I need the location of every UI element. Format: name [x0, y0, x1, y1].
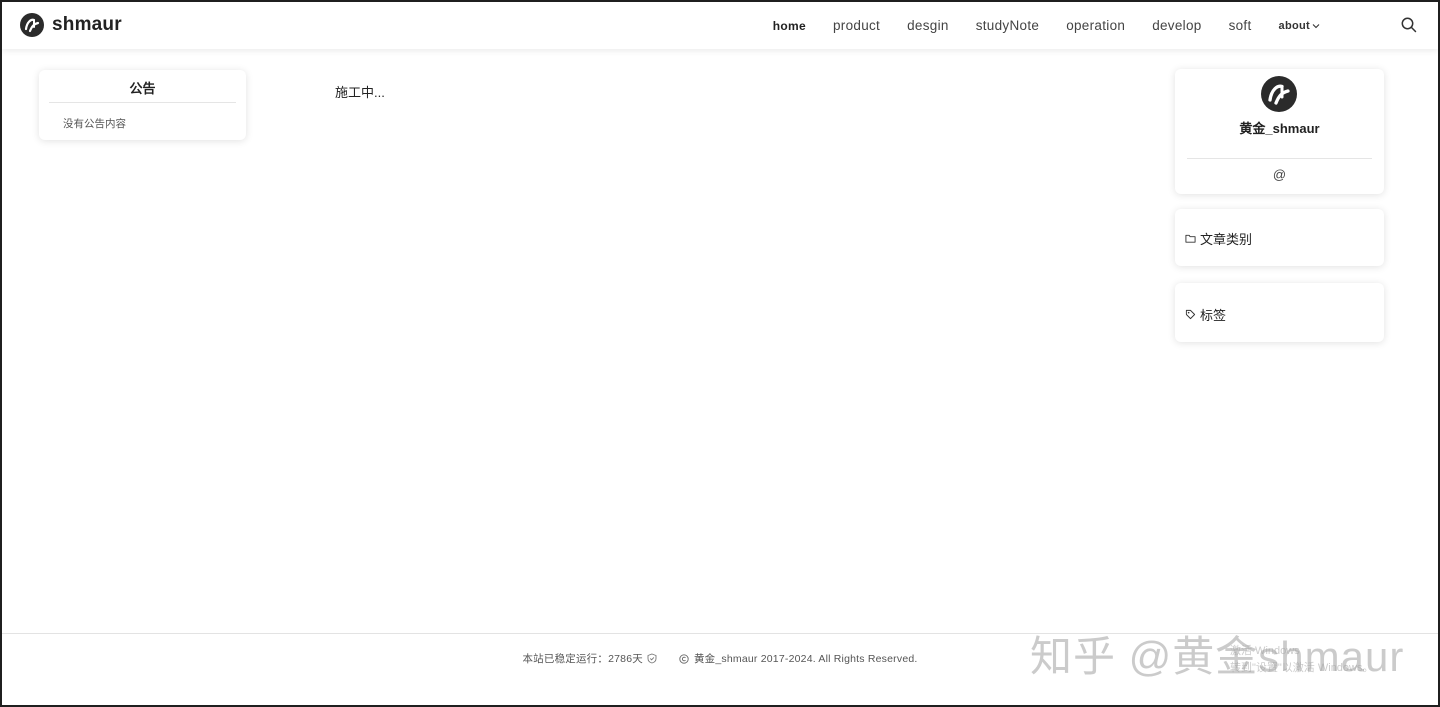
divider — [1187, 158, 1372, 159]
categories-label: 文章类别 — [1200, 232, 1253, 247]
nav-about[interactable]: about — [1279, 20, 1320, 32]
divider — [49, 102, 236, 103]
nav-home[interactable]: home — [773, 19, 806, 33]
nav-product[interactable]: product — [833, 18, 880, 33]
footer: 本站已稳定运行：2786天 黄金_shmaur 2017-2024. All R… — [2, 633, 1438, 705]
footer-line: 本站已稳定运行：2786天 黄金_shmaur 2017-2024. All R… — [2, 651, 1438, 666]
uptime-text: 本站已稳定运行：2786天 — [522, 653, 643, 665]
copyright: 黄金_shmaur 2017-2024. All Rights Reserved… — [679, 651, 918, 666]
categories-card: 文章类别 — [1175, 209, 1384, 266]
main-menu: home product desgin studyNote operation … — [746, 2, 1320, 49]
uptime: 本站已稳定运行：2786天 — [522, 651, 657, 666]
avatar-icon[interactable] — [1261, 76, 1297, 112]
activate-windows-hint: 转到"设置"以激活 Windows。 — [1230, 662, 1374, 674]
nav-operation[interactable]: operation — [1066, 18, 1125, 33]
contact-link[interactable]: @ — [1175, 167, 1384, 182]
profile-card: 黄金_shmaur @ — [1175, 69, 1384, 194]
brand[interactable]: shmaur — [20, 13, 122, 37]
activate-windows-title: 激活 Windows — [1230, 645, 1300, 657]
notice-title: 公告 — [129, 81, 156, 96]
top-navbar: shmaur home product desgin studyNote ope… — [2, 2, 1438, 49]
nav-studynote[interactable]: studyNote — [976, 18, 1039, 33]
tags-header[interactable]: 标签 — [1185, 305, 1226, 324]
notice-text: 没有公告内容 — [63, 118, 126, 130]
tag-icon — [1185, 309, 1196, 320]
shield-icon — [647, 653, 657, 664]
folder-icon — [1185, 234, 1196, 243]
browser-viewport: shmaur home product desgin studyNote ope… — [0, 0, 1440, 707]
nav-soft[interactable]: soft — [1229, 18, 1252, 33]
notice-card: 公告 没有公告内容 — [39, 70, 246, 140]
main-content-text: 施工中... — [335, 85, 385, 100]
nav-about-label: about — [1278, 19, 1310, 32]
chevron-down-icon — [1312, 23, 1320, 28]
tags-label: 标签 — [1200, 308, 1227, 323]
search-icon[interactable] — [1400, 16, 1418, 34]
copyright-text: 黄金_shmaur 2017-2024. All Rights Reserved… — [693, 653, 918, 665]
logo-icon — [20, 13, 44, 37]
profile-name[interactable]: 黄金_shmaur — [1175, 118, 1384, 137]
tags-card: 标签 — [1175, 283, 1384, 342]
categories-header[interactable]: 文章类别 — [1185, 229, 1252, 248]
brand-name: shmaur — [52, 14, 122, 35]
nav-desgin[interactable]: desgin — [907, 18, 949, 33]
nav-develop[interactable]: develop — [1152, 18, 1201, 33]
copyright-icon — [679, 653, 689, 664]
